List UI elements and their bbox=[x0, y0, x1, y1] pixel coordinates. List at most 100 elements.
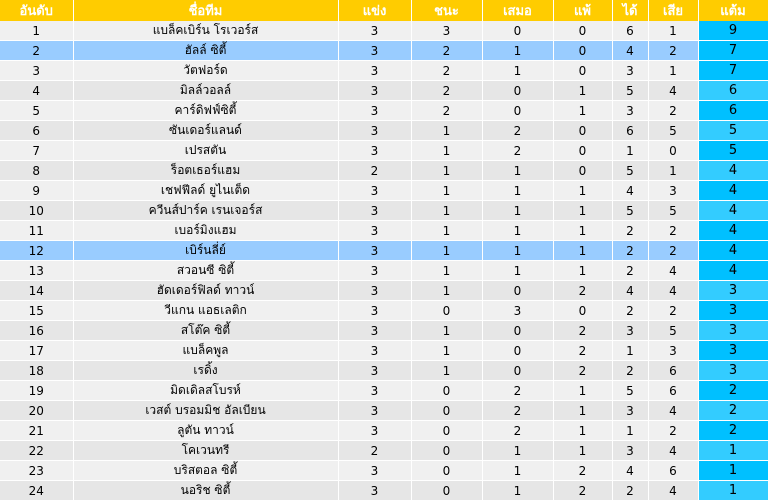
team-cell: วีแกน แอธเลติก bbox=[73, 300, 339, 321]
goals-for-cell: 4 bbox=[612, 280, 649, 301]
table-row: 5 คาร์ดิฟฟ์ซิตี้ 3 2 0 1 3 2 6 bbox=[0, 100, 768, 121]
header-points: แต้ม bbox=[698, 0, 768, 21]
drawn-cell: 0 bbox=[482, 340, 554, 361]
goals-against-cell: 3 bbox=[648, 340, 699, 361]
drawn-cell: 1 bbox=[482, 60, 554, 81]
drawn-cell: 2 bbox=[482, 380, 554, 401]
goals-against-cell: 4 bbox=[648, 280, 699, 301]
team-cell: นอริช ซิตี้ bbox=[73, 480, 339, 501]
played-cell: 3 bbox=[338, 340, 412, 361]
drawn-cell: 0 bbox=[482, 320, 554, 341]
won-cell: 2 bbox=[411, 80, 483, 101]
played-cell: 3 bbox=[338, 100, 412, 121]
won-cell: 1 bbox=[411, 320, 483, 341]
lost-cell: 0 bbox=[553, 140, 613, 161]
points-cell: 5 bbox=[698, 140, 768, 161]
team-cell: เปรสตัน bbox=[73, 140, 339, 161]
lost-cell: 1 bbox=[553, 100, 613, 121]
team-cell: มิดเดิลสโบรห์ bbox=[73, 380, 339, 401]
table-row: 15 วีแกน แอธเลติก 3 0 3 0 2 2 3 bbox=[0, 300, 768, 321]
goals-for-cell: 2 bbox=[612, 480, 649, 501]
goals-against-cell: 4 bbox=[648, 480, 699, 501]
points-cell: 7 bbox=[698, 40, 768, 61]
rank-cell: 12 bbox=[0, 240, 74, 261]
rank-cell: 21 bbox=[0, 420, 74, 441]
points-cell: 4 bbox=[698, 260, 768, 281]
rank-cell: 13 bbox=[0, 260, 74, 281]
points-cell: 1 bbox=[698, 480, 768, 501]
goals-against-cell: 2 bbox=[648, 40, 699, 61]
won-cell: 1 bbox=[411, 200, 483, 221]
goals-against-cell: 3 bbox=[648, 180, 699, 201]
drawn-cell: 1 bbox=[482, 260, 554, 281]
played-cell: 3 bbox=[338, 60, 412, 81]
won-cell: 0 bbox=[411, 480, 483, 501]
points-cell: 3 bbox=[698, 300, 768, 321]
points-cell: 3 bbox=[698, 360, 768, 381]
played-cell: 3 bbox=[338, 320, 412, 341]
played-cell: 3 bbox=[338, 180, 412, 201]
played-cell: 3 bbox=[338, 40, 412, 61]
rank-cell: 2 bbox=[0, 40, 74, 61]
lost-cell: 2 bbox=[553, 320, 613, 341]
lost-cell: 1 bbox=[553, 80, 613, 101]
rank-cell: 22 bbox=[0, 440, 74, 461]
drawn-cell: 0 bbox=[482, 80, 554, 101]
table-row: 4 มิลล์วอลล์ 3 2 0 1 5 4 6 bbox=[0, 80, 768, 101]
goals-for-cell: 3 bbox=[612, 320, 649, 341]
rank-cell: 24 bbox=[0, 480, 74, 501]
drawn-cell: 2 bbox=[482, 140, 554, 161]
won-cell: 0 bbox=[411, 440, 483, 461]
goals-for-cell: 5 bbox=[612, 200, 649, 221]
drawn-cell: 1 bbox=[482, 180, 554, 201]
points-cell: 4 bbox=[698, 160, 768, 181]
lost-cell: 2 bbox=[553, 280, 613, 301]
won-cell: 2 bbox=[411, 100, 483, 121]
header-rank: อันดับ bbox=[0, 0, 74, 21]
team-cell: ร็อตเธอร์แฮม bbox=[73, 160, 339, 181]
drawn-cell: 1 bbox=[482, 480, 554, 501]
team-cell: เบิร์นลี่ย์ bbox=[73, 240, 339, 261]
lost-cell: 1 bbox=[553, 380, 613, 401]
goals-against-cell: 4 bbox=[648, 440, 699, 461]
won-cell: 0 bbox=[411, 420, 483, 441]
won-cell: 0 bbox=[411, 460, 483, 481]
header-won: ชนะ bbox=[411, 0, 483, 21]
team-cell: ควีนส์ปาร์ค เรนเจอร์ส bbox=[73, 200, 339, 221]
won-cell: 1 bbox=[411, 180, 483, 201]
points-cell: 4 bbox=[698, 180, 768, 201]
rank-cell: 14 bbox=[0, 280, 74, 301]
played-cell: 3 bbox=[338, 120, 412, 141]
played-cell: 3 bbox=[338, 80, 412, 101]
table-body: 1 แบล็คเบิร์น โรเวอร์ส 3 3 0 0 6 1 9 2 ฮัลล์ ซิตี้… bbox=[0, 21, 768, 501]
played-cell: 3 bbox=[338, 280, 412, 301]
drawn-cell: 1 bbox=[482, 460, 554, 481]
won-cell: 1 bbox=[411, 340, 483, 361]
table-row: 8 ร็อตเธอร์แฮม 2 1 1 0 5 1 4 bbox=[0, 160, 768, 181]
team-cell: สวอนซี ซิตี้ bbox=[73, 260, 339, 281]
points-cell: 6 bbox=[698, 100, 768, 121]
goals-for-cell: 2 bbox=[612, 360, 649, 381]
team-cell: เบอร์มิงแฮม bbox=[73, 220, 339, 241]
played-cell: 3 bbox=[338, 400, 412, 421]
table-row: 13 สวอนซี ซิตี้ 3 1 1 1 2 4 4 bbox=[0, 260, 768, 281]
rank-cell: 6 bbox=[0, 120, 74, 141]
lost-cell: 1 bbox=[553, 220, 613, 241]
played-cell: 2 bbox=[338, 160, 412, 181]
table-row: 20 เวสต์ บรอมมิช อัลเบียน 3 0 2 1 3 4 2 bbox=[0, 400, 768, 421]
lost-cell: 2 bbox=[553, 340, 613, 361]
rank-cell: 8 bbox=[0, 160, 74, 181]
lost-cell: 1 bbox=[553, 240, 613, 261]
drawn-cell: 3 bbox=[482, 300, 554, 321]
goals-for-cell: 6 bbox=[612, 120, 649, 141]
table-row: 16 สโต๊ค ซิตี้ 3 1 0 2 3 5 3 bbox=[0, 320, 768, 341]
table-row: 18 เรดิ้ง 3 1 0 2 2 6 3 bbox=[0, 360, 768, 381]
won-cell: 1 bbox=[411, 260, 483, 281]
team-cell: ฮัดเดอร์ฟิลด์ ทาวน์ bbox=[73, 280, 339, 301]
lost-cell: 0 bbox=[553, 21, 613, 41]
points-cell: 3 bbox=[698, 280, 768, 301]
played-cell: 3 bbox=[338, 300, 412, 321]
league-table: อันดับ ชื่อทีม แข่ง ชนะ เสมอ แพ้ ได้ เสี… bbox=[0, 0, 768, 501]
header-lost: แพ้ bbox=[553, 0, 613, 21]
goals-against-cell: 5 bbox=[648, 320, 699, 341]
